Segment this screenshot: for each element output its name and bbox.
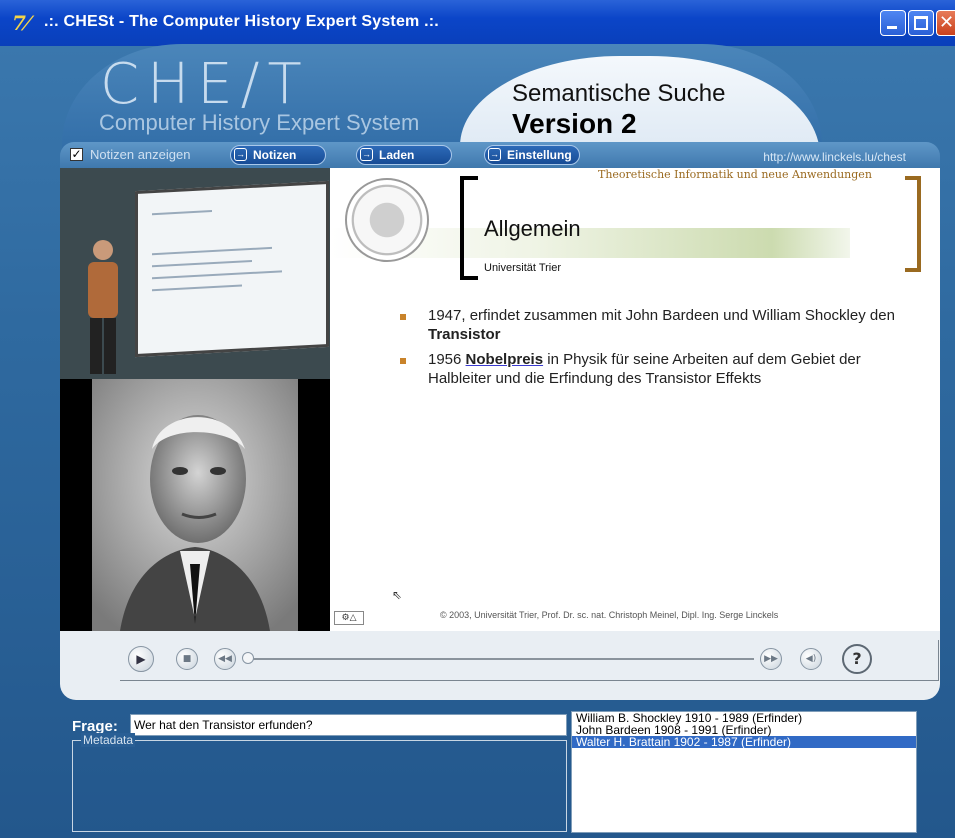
fast-forward-icon: ▶▶ [764,654,778,664]
whiteboard [135,180,329,358]
notes-checkbox[interactable]: ✓ [70,148,83,161]
notes-button-label: Notizen [253,148,297,162]
stop-icon: ■ [182,654,192,664]
volume-icon: ◀) [805,654,817,664]
slide: Theoretische Informatik und neue Anwendu… [330,168,940,631]
load-button[interactable]: → Laden [356,145,452,165]
university-seal-icon [345,178,429,262]
play-icon: ▶ [136,652,146,666]
load-button-label: Laden [379,148,415,162]
maximize-button[interactable] [908,10,934,36]
close-icon: ✕ [939,12,955,33]
mouse-cursor-icon: ⇖ [392,588,403,602]
title-bar[interactable]: 7⁄ .:. CHESt - The Computer History Expe… [0,0,955,46]
close-button[interactable]: ✕ [936,10,955,36]
settings-button-label: Einstellung [507,148,572,162]
website-url[interactable]: http://www.linckels.lu/chest [763,150,906,164]
seek-bar[interactable] [242,652,754,664]
slide-title: Allgemein [484,216,581,241]
notes-button[interactable]: → Notizen [230,145,326,165]
volume-button[interactable]: ◀) [800,648,822,670]
metadata-box: Metadata [72,733,567,832]
client-area: CHE/T Computer History Expert System Sem… [0,44,955,838]
portrait-image [92,379,298,631]
results-list[interactable]: William B. Shockley 1910 - 1989 (Erfinde… [571,711,917,833]
media-controls: ▶ ■ ◀◀ ▶▶ ◀) ? [120,638,940,684]
logo: CHE/T [100,52,310,117]
app-window: 7⁄ .:. CHESt - The Computer History Expe… [0,0,955,838]
result-item-selected[interactable]: Walter H. Brattain 1902 - 1987 (Erfinder… [572,736,916,748]
arrow-right-icon: → [360,148,373,161]
seek-handle[interactable] [242,652,254,664]
fast-forward-button[interactable]: ▶▶ [760,648,782,670]
ask-button[interactable]: ? [842,644,872,674]
version-label: Version 2 [512,108,637,139]
settings-button[interactable]: → Einstellung [484,145,580,165]
logo-subtitle: Computer History Expert System [99,110,420,135]
slide-bracket-left [460,176,478,280]
bullet-icon [400,314,406,320]
play-button[interactable]: ▶ [128,646,154,672]
slide-bullets: 1947, erfindet zusammen mit John Bardeen… [398,306,918,394]
rewind-button[interactable]: ◀◀ [214,648,236,670]
question-input[interactable]: Wer hat den Transistor erfunden? [130,714,567,736]
portrait-photo [60,379,330,631]
slide-toggle-button[interactable]: ⚙△ [334,611,364,625]
arrow-right-icon: → [488,148,501,161]
arrow-right-icon: → [234,148,247,161]
slide-bracket-right [905,176,921,272]
window-title: .:. CHESt - The Computer History Expert … [44,13,439,30]
app-icon: 7⁄ [12,11,30,35]
slide-footer: © 2003, Universität Trier, Prof. Dr. sc.… [440,610,779,620]
rewind-icon: ◀◀ [218,654,232,664]
minimize-icon [887,26,897,29]
bullet-item: 1956 Nobelpreis in Physik für seine Arbe… [398,350,918,388]
search-mode-label: Semantische Suche [512,80,726,107]
institute-name: Theoretische Informatik und neue Anwendu… [598,168,872,181]
minimize-button[interactable] [880,10,906,36]
player-panel: Theoretische Informatik und neue Anwendu… [60,168,940,700]
notes-checkbox-label[interactable]: Notizen anzeigen [90,147,190,162]
stop-button[interactable]: ■ [176,648,198,670]
university-name: Universität Trier [484,262,562,274]
lecture-video[interactable] [60,168,330,379]
question-icon: ? [852,649,862,668]
maximize-icon [914,16,928,30]
bullet-item: 1947, erfindet zusammen mit John Bardeen… [398,306,918,344]
bullet-icon [400,358,406,364]
toolbar: ✓ Notizen anzeigen → Notizen → Laden → E… [60,142,940,168]
metadata-label: Metadata [81,733,136,747]
speaker-figure [88,240,118,374]
